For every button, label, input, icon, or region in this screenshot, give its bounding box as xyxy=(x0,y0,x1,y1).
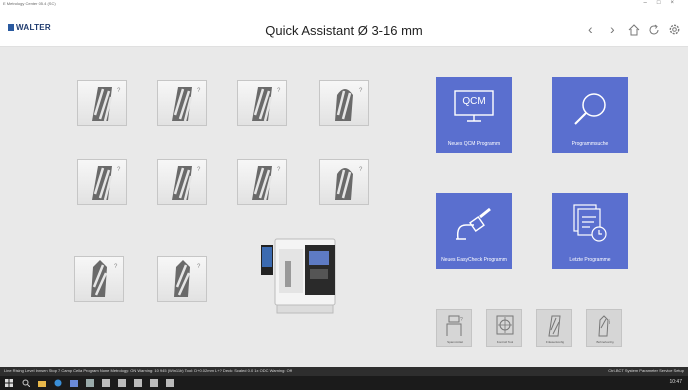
recent-programs-tile[interactable]: Letzte Programme xyxy=(552,193,628,269)
mill-config-icon xyxy=(548,315,561,337)
micrometer-icon xyxy=(456,207,491,240)
crosshair-icon xyxy=(496,315,514,335)
measuring-machine-image xyxy=(261,238,336,314)
tool-end-mill-6[interactable]: ? xyxy=(237,159,287,205)
file-explorer-icon[interactable] xyxy=(38,379,46,387)
app-icon[interactable] xyxy=(102,379,110,387)
back-icon[interactable]: ‹ xyxy=(588,21,593,37)
app-icon[interactable] xyxy=(166,379,174,387)
end-mill-icon: ? xyxy=(172,87,201,122)
gear-icon[interactable] xyxy=(668,23,681,36)
refresh-icon[interactable] xyxy=(648,24,660,36)
svg-text:i: i xyxy=(609,320,610,326)
new-easycheck-label: Neues EasyCheck Programm xyxy=(441,257,507,263)
small-tile-label: Bohrerkonfig xyxy=(596,340,614,344)
app-icon[interactable] xyxy=(86,379,94,387)
tool-end-mill-1[interactable]: ? xyxy=(77,80,127,126)
window-controls[interactable]: –□× xyxy=(644,0,684,6)
ball-mill-icon: ? xyxy=(335,167,363,200)
program-search-tile[interactable]: Programmsuche xyxy=(552,77,628,153)
ball-mill-icon: ? xyxy=(335,88,363,121)
magnifier-icon xyxy=(574,93,606,125)
tool-end-mill-2[interactable]: ? xyxy=(157,80,207,126)
status-right-text[interactable]: Ctrl-BCT System Parameter Service Setup xyxy=(608,368,684,373)
end-mill-icon: ? xyxy=(252,166,281,201)
recent-documents-icon xyxy=(573,204,607,242)
edge-icon[interactable] xyxy=(54,379,62,387)
drill-config-tile[interactable]: i Bohrerkonfig xyxy=(586,309,622,347)
app-header: WALTER Quick Assistant Ø 3-16 mm ‹ › xyxy=(0,9,688,47)
new-qcm-program-tile[interactable]: QCM Neues QCM Programm xyxy=(436,77,512,153)
tool-drill-2[interactable]: ? xyxy=(157,256,207,302)
app-icon[interactable] xyxy=(150,379,158,387)
windows-start-icon[interactable] xyxy=(5,379,13,387)
forward-icon[interactable]: › xyxy=(610,21,615,37)
end-mill-icon: ? xyxy=(252,87,281,122)
taskbar: 10:47 xyxy=(0,376,688,390)
small-tile-label: Spannmittel xyxy=(447,340,463,344)
clamping-icon: ? xyxy=(446,315,463,336)
tool-end-mill-3[interactable]: ? xyxy=(237,80,287,126)
small-tile-label: Kontroll Tool xyxy=(496,340,514,344)
drill-config-icon: i xyxy=(598,315,610,337)
clamping-tile[interactable]: ? Spannmittel xyxy=(436,309,472,347)
qcm-icon-text: QCM xyxy=(462,96,486,107)
store-icon[interactable] xyxy=(70,379,78,387)
app-icon[interactable] xyxy=(134,379,142,387)
drill-icon: ? xyxy=(91,260,118,297)
svg-text:?: ? xyxy=(197,88,201,94)
svg-text:?: ? xyxy=(277,167,281,173)
window-title: E Metrology Center 05.4 (SC) xyxy=(3,1,56,6)
svg-text:?: ? xyxy=(117,88,121,94)
status-bar: Line Rising Level Innsen Stop 7 Camp Cel… xyxy=(0,367,688,376)
tool-ball-mill-1[interactable]: ? xyxy=(319,80,369,126)
svg-text:?: ? xyxy=(359,88,363,94)
window-titlebar: E Metrology Center 05.4 (SC) –□× xyxy=(0,0,688,9)
small-tile-label: Frässerkonfig xyxy=(545,340,565,344)
tool-drill-1[interactable]: ? xyxy=(74,256,124,302)
new-qcm-label: Neues QCM Programm xyxy=(447,141,501,147)
svg-text:?: ? xyxy=(359,167,363,173)
new-easycheck-program-tile[interactable]: Neues EasyCheck Programm xyxy=(436,193,512,269)
end-mill-icon: ? xyxy=(92,87,121,122)
tool-end-mill-4[interactable]: ? xyxy=(77,159,127,205)
tool-end-mill-5[interactable]: ? xyxy=(157,159,207,205)
program-search-label: Programmsuche xyxy=(571,141,609,147)
mill-config-tile[interactable]: Frässerkonfig xyxy=(536,309,572,347)
control-tool-tile[interactable]: Kontroll Tool xyxy=(486,309,522,347)
recent-programs-label: Letzte Programme xyxy=(569,257,611,263)
svg-text:?: ? xyxy=(460,317,463,323)
end-mill-icon: ? xyxy=(92,166,121,201)
status-left-text: Line Rising Level Innsen Stop 7 Camp Cel… xyxy=(4,368,292,373)
svg-text:?: ? xyxy=(197,264,201,270)
main-area: ? ? ? ? ? ? ? ? ? ? QCM Neues QCM Progra… xyxy=(0,47,688,367)
svg-text:?: ? xyxy=(277,88,281,94)
end-mill-icon: ? xyxy=(172,166,201,201)
clock[interactable]: 10:47 xyxy=(669,379,682,385)
drill-icon: ? xyxy=(174,260,201,297)
page-title: Quick Assistant Ø 3-16 mm xyxy=(265,23,423,38)
app-icon[interactable] xyxy=(118,379,126,387)
svg-text:?: ? xyxy=(117,167,121,173)
svg-text:?: ? xyxy=(197,167,201,173)
tool-ball-mill-2[interactable]: ? xyxy=(319,159,369,205)
svg-text:?: ? xyxy=(114,264,118,270)
home-icon[interactable] xyxy=(628,24,640,36)
search-icon[interactable] xyxy=(22,379,30,387)
